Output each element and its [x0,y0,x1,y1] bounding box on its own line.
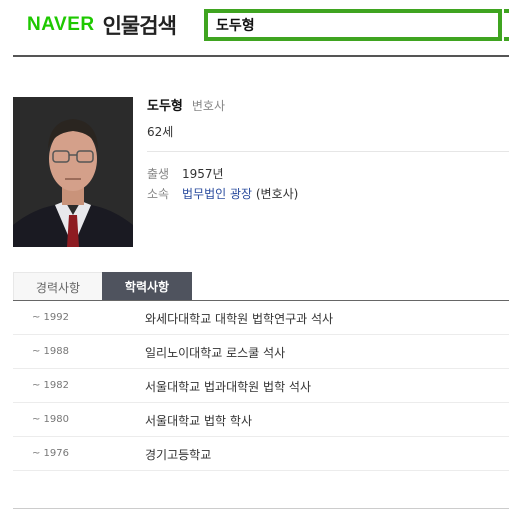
person-job: 변호사 [191,99,226,113]
org-label: 소속 [147,187,170,201]
edu-school: 와세다대학교 대학원 법학연구과 석사 [145,312,334,326]
edu-school: 서울대학교 법학 학사 [145,414,252,428]
search-button-edge[interactable] [504,9,509,41]
edu-year: ~ 1980 [32,414,70,425]
list-item: ~ 1988 일리노이대학교 로스쿨 석사 [13,335,509,369]
list-item: ~ 1976 경기고등학교 [13,437,509,471]
logo-service-name: 인물검색 [102,14,177,38]
birth-row: 출생 1957년 [147,165,224,182]
edu-year: ~ 1976 [32,448,70,459]
edu-school: 일리노이대학교 로스쿨 석사 [145,346,286,360]
edu-school: 경기고등학교 [145,448,212,462]
header-divider [13,55,509,57]
list-item: ~ 1980 서울대학교 법학 학사 [13,403,509,437]
bottom-divider [13,508,509,509]
naver-logo[interactable]: NAVER 인물검색 [27,13,177,38]
search-input[interactable] [216,17,498,33]
list-item: ~ 1992 와세다대학교 대학원 법학연구과 석사 [13,301,509,335]
person-age: 62세 [147,125,174,139]
org-link[interactable]: 법무법인 광장 [182,187,252,201]
birth-value: 1957년 [182,167,224,181]
tab-career[interactable]: 경력사항 [13,272,102,301]
list-item: ~ 1982 서울대학교 법과대학원 법학 석사 [13,369,509,403]
logo-brand: NAVER [27,14,95,35]
person-name: 도두형 [147,99,183,114]
profile-photo[interactable] [13,97,133,247]
name-line: 도두형 변호사 [147,95,225,114]
tab-education[interactable]: 학력사항 [102,272,192,301]
search-box[interactable] [204,9,502,41]
edu-year: ~ 1992 [32,312,70,323]
birth-label: 출생 [147,167,170,181]
edu-year: ~ 1988 [32,346,70,357]
org-suffix: (변호사) [252,187,299,201]
portrait-image [13,97,133,247]
edu-year: ~ 1982 [32,380,70,391]
org-row: 소속 법무법인 광장 (변호사) [147,185,298,202]
edu-school: 서울대학교 법과대학원 법학 석사 [145,380,312,394]
profile-divider [147,151,509,152]
